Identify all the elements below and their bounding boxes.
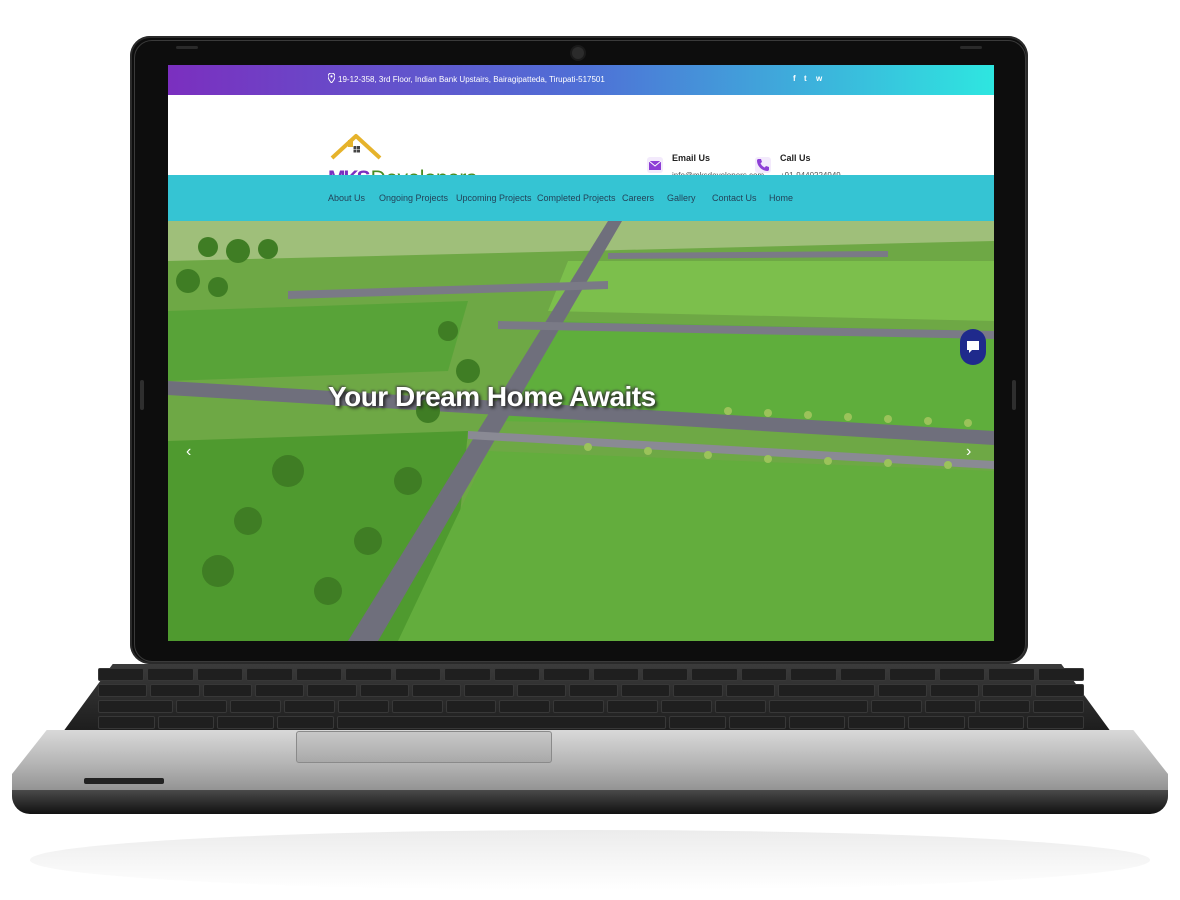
laptop-reflection [30, 830, 1150, 890]
nav-careers[interactable]: Careers [622, 193, 654, 203]
webcam [572, 47, 584, 59]
phone-icon [755, 157, 771, 173]
slider-prev-arrow[interactable]: ‹ [186, 443, 191, 461]
hinge-right [1012, 380, 1016, 410]
nav-gallery[interactable]: Gallery [667, 193, 696, 203]
whatsapp-icon[interactable]: w [816, 74, 822, 83]
laptop-screen: 19-12-358, 3rd Floor, Indian Bank Upstai… [168, 65, 994, 641]
hero-aerial-image [168, 221, 994, 641]
bezel-mark [960, 46, 982, 49]
hero-slider: Your Dream Home Awaits ‹ › [168, 221, 994, 641]
card-slot [84, 778, 164, 784]
nav-contact-us[interactable]: Contact Us [712, 193, 757, 203]
nav-home[interactable]: Home [769, 193, 793, 203]
laptop-front-edge [12, 790, 1168, 814]
address-text: 19-12-358, 3rd Floor, Indian Bank Upstai… [338, 75, 605, 84]
hero-title: Your Dream Home Awaits [328, 381, 656, 412]
nav-completed-projects[interactable]: Completed Projects [537, 193, 616, 203]
keyboard [98, 668, 1085, 730]
touchpad [296, 731, 552, 763]
chat-bubble-icon [967, 341, 979, 353]
email-title: Email Us [672, 153, 711, 163]
nav-about-us[interactable]: About Us [328, 193, 365, 203]
nav-ongoing-projects[interactable]: Ongoing Projects [379, 193, 448, 203]
slider-next-arrow[interactable]: › [966, 443, 971, 461]
email-icon [647, 157, 663, 173]
house-logo-icon[interactable] [330, 132, 382, 169]
twitter-icon[interactable]: t [804, 74, 807, 83]
top-bar: 19-12-358, 3rd Floor, Indian Bank Upstai… [168, 65, 994, 95]
location-pin-icon [327, 72, 336, 85]
chat-widget-button[interactable] [960, 329, 986, 365]
site-header: MKSDevelopers Email Us info@mksdeveloper… [168, 95, 994, 197]
hinge-left [140, 380, 144, 410]
nav-upcoming-projects[interactable]: Upcoming Projects [456, 193, 532, 203]
facebook-icon[interactable]: f [793, 74, 796, 83]
bezel-mark [176, 46, 198, 49]
main-nav: About Us Ongoing Projects Upcoming Proje… [168, 175, 994, 221]
phone-title: Call Us [780, 153, 811, 163]
